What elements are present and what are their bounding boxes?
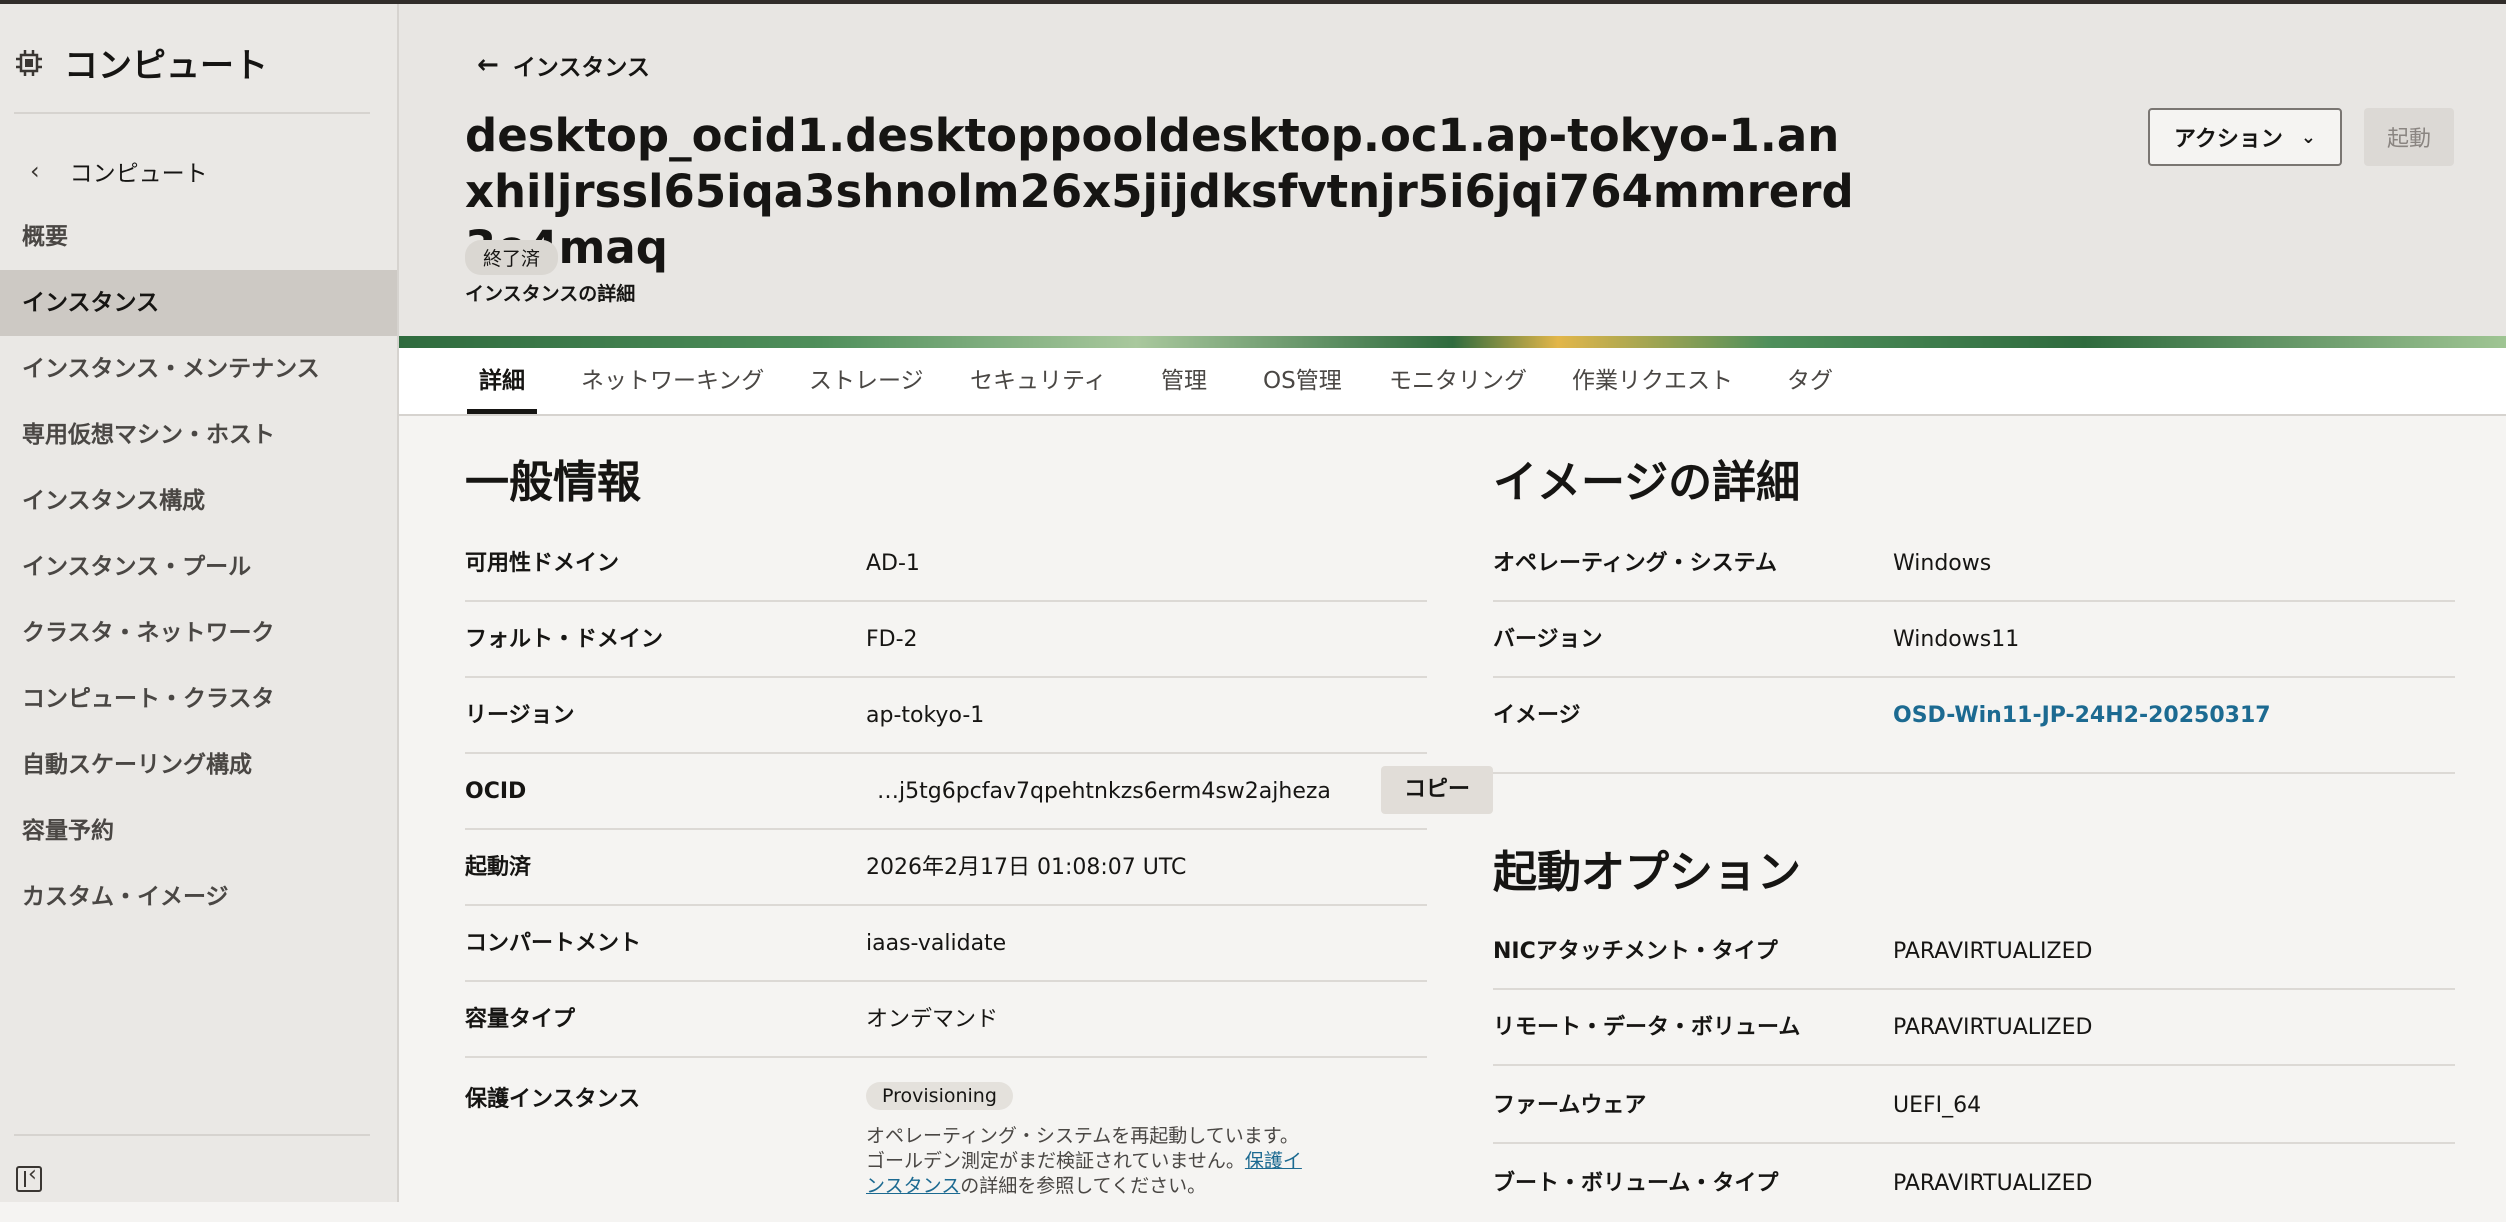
actions-menu-button[interactable]: アクション ⌄ — [2148, 108, 2342, 166]
tab-os-management[interactable]: OS管理 — [1263, 348, 1342, 414]
sidebar-item-custom-images[interactable]: カスタム・イメージ — [0, 864, 397, 930]
detail-key: 可用性ドメイン — [465, 551, 620, 576]
note-text: オペレーティング・システムを再起動しています。ゴールデン測定がまだ検証されていま… — [866, 1125, 1299, 1172]
chevron-left-icon: ‹ — [30, 157, 40, 185]
detail-row: 起動済 2026年2月17日 01:08:07 UTC — [465, 830, 1427, 906]
tab-networking[interactable]: ネットワーキング — [581, 348, 764, 414]
sidebar-bottom-divider — [14, 1134, 370, 1136]
detail-value: ap-tokyo-1 — [866, 703, 985, 728]
sidebar-header: コンピュート — [14, 38, 268, 87]
sidebar-back-link[interactable]: ‹ コンピュート — [30, 154, 208, 188]
detail-value: PARAVIRTUALIZED — [1893, 1171, 2093, 1196]
detail-key: ファームウェア — [1493, 1093, 1647, 1118]
arrow-left-icon: ← — [477, 50, 499, 80]
detail-row: オペレーティング・システム Windows — [1493, 526, 2455, 602]
detail-key: フォルト・ドメイン — [465, 627, 664, 652]
detail-key: ブート・ボリューム・タイプ — [1493, 1171, 1779, 1196]
detail-value: UEFI_64 — [1893, 1093, 1982, 1118]
detail-value: Windows — [1893, 551, 1992, 576]
note-text-end: の詳細を参照してください。 — [960, 1175, 1207, 1197]
sidebar-item-overview[interactable]: 概要 — [0, 204, 397, 270]
detail-row: ブート・ボリューム・タイプ PARAVIRTUALIZED — [1493, 1146, 2455, 1202]
detail-row: NICアタッチメント・タイプ PARAVIRTUALIZED — [1493, 914, 2455, 990]
tab-details[interactable]: 詳細 — [467, 348, 537, 414]
tab-storage[interactable]: ストレージ — [809, 348, 924, 414]
sidebar-item-capacity-reservations[interactable]: 容量予約 — [0, 798, 397, 864]
detail-row-ocid: OCID …j5tg6pcfav7qpehtnkzs6erm4sw2ajheza… — [465, 754, 1493, 830]
actions-label: アクション — [2174, 127, 2283, 152]
detail-key: OCID — [465, 779, 527, 804]
detail-key: イメージ — [1493, 703, 1581, 728]
sidebar-item-instance-pools[interactable]: インスタンス・プール — [0, 534, 397, 600]
detail-key: 容量タイプ — [465, 1007, 576, 1032]
copy-button[interactable]: コピー — [1381, 766, 1493, 814]
detail-key: 起動済 — [465, 855, 532, 880]
detail-key: バージョン — [1493, 627, 1603, 652]
detail-value: PARAVIRTUALIZED — [1893, 1015, 2093, 1040]
detail-value: 2026年2月17日 01:08:07 UTC — [866, 855, 1187, 880]
tab-monitoring[interactable]: モニタリング — [1389, 348, 1527, 414]
breadcrumb-label: インスタンス — [512, 55, 650, 81]
detail-row: リモート・データ・ボリューム PARAVIRTUALIZED — [1493, 990, 2455, 1066]
ocid-value[interactable]: …j5tg6pcfav7qpehtnkzs6erm4sw2ajheza — [877, 754, 1331, 830]
sidebar-item-instances[interactable]: インスタンス — [0, 270, 397, 336]
compute-chip-icon — [16, 49, 42, 76]
sidebar-divider — [14, 112, 370, 114]
detail-key: コンパートメント — [465, 931, 642, 956]
tab-management[interactable]: 管理 — [1161, 348, 1207, 414]
detail-row: ファームウェア UEFI_64 — [1493, 1068, 2455, 1144]
detail-value: PARAVIRTUALIZED — [1893, 939, 2093, 964]
sidebar-item-dedicated-vm-hosts[interactable]: 専用仮想マシン・ホスト — [0, 402, 397, 468]
sidebar-item-autoscaling-configurations[interactable]: 自動スケーリング構成 — [0, 732, 397, 798]
detail-row: リージョン ap-tokyo-1 — [465, 678, 1427, 754]
detail-value: iaas-validate — [866, 931, 1007, 956]
image-link[interactable]: OSD-Win11-JP-24H2-20250317 — [1893, 678, 2271, 754]
launch-options-heading: 起動オプション — [1493, 847, 1801, 898]
provisioning-badge: Provisioning — [866, 1082, 1013, 1110]
detail-key: リージョン — [465, 703, 575, 728]
tab-security[interactable]: セキュリティ — [970, 348, 1107, 414]
sidebar-title: コンピュート — [64, 46, 268, 86]
detail-key: NICアタッチメント・タイプ — [1493, 939, 1778, 964]
detail-value: FD-2 — [866, 627, 918, 652]
image-details-heading: イメージの詳細 — [1493, 457, 1801, 508]
tab-work-requests[interactable]: 作業リクエスト — [1572, 348, 1733, 414]
detail-row: バージョン Windows11 — [1493, 602, 2455, 678]
shielded-instance-note: オペレーティング・システムを再起動しています。ゴールデン測定がまだ検証されていま… — [866, 1124, 1306, 1199]
status-badge: 終了済 — [465, 240, 559, 275]
page-subtitle: インスタンスの詳細 — [465, 283, 636, 305]
breadcrumb[interactable]: ← インスタンス — [477, 48, 650, 82]
sidebar-item-instance-configurations[interactable]: インスタンス構成 — [0, 468, 397, 534]
chevron-down-icon: ⌄ — [2300, 126, 2316, 148]
tab-bar: 詳細 ネットワーキング ストレージ セキュリティ 管理 OS管理 モニタリング … — [399, 348, 2506, 416]
detail-key: 保護インスタンス — [465, 1087, 641, 1112]
detail-value: オンデマンド — [866, 1007, 999, 1032]
tab-tags[interactable]: タグ — [1787, 348, 1833, 414]
sidebar-item-instance-maintenance[interactable]: インスタンス・メンテナンス — [0, 336, 397, 402]
sidebar: コンピュート ‹ コンピュート 概要 インスタンス インスタンス・メンテナンス … — [0, 4, 399, 1202]
detail-row: フォルト・ドメイン FD-2 — [465, 602, 1427, 678]
detail-row: 容量タイプ オンデマンド — [465, 982, 1427, 1058]
sidebar-item-cluster-networks[interactable]: クラスタ・ネットワーク — [0, 600, 397, 666]
decorative-banner — [399, 336, 2506, 348]
detail-key: リモート・データ・ボリューム — [1493, 1015, 1801, 1040]
launch-button[interactable]: 起動 — [2364, 108, 2454, 166]
detail-value: AD-1 — [866, 551, 920, 576]
detail-row: 可用性ドメイン AD-1 — [465, 526, 1427, 602]
detail-key: オペレーティング・システム — [1493, 551, 1778, 576]
general-info-heading: 一般情報 — [465, 457, 641, 508]
detail-row: コンパートメント iaas-validate — [465, 906, 1427, 982]
sidebar-back-label: コンピュート — [69, 161, 208, 187]
detail-row: イメージ OSD-Win11-JP-24H2-20250317 — [1493, 678, 2455, 774]
page-header: ← インスタンス desktop_ocid1.desktoppooldeskto… — [399, 4, 2506, 336]
sidebar-item-compute-clusters[interactable]: コンピュート・クラスタ — [0, 666, 397, 732]
detail-value: Windows11 — [1893, 627, 2020, 652]
page-title: desktop_ocid1.desktoppooldesktop.oc1.ap-… — [465, 109, 1854, 274]
collapse-sidebar-icon[interactable] — [16, 1162, 42, 1192]
